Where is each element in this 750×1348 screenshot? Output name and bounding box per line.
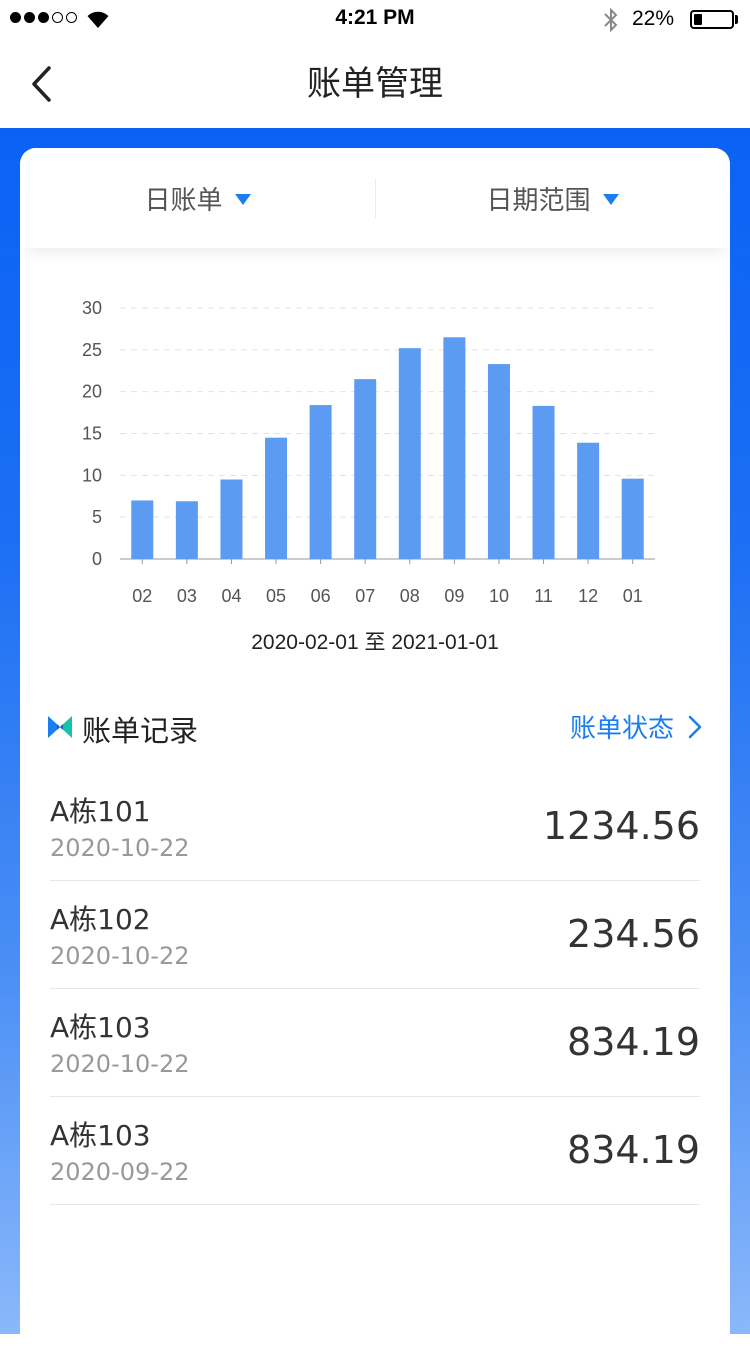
record-date: 2020-10-22 [50,834,190,862]
x-tick-label: 05 [266,586,286,606]
x-tick-label: 08 [400,586,420,606]
record-amount: 1234.56 [542,804,700,848]
record-amount: 234.56 [567,912,700,956]
record-row[interactable]: A栋102 2020-10-22 234.56 [50,882,700,989]
x-tick-label: 12 [578,586,598,606]
record-row[interactable]: A栋101 2020-10-22 1234.56 [50,774,700,881]
record-name: A栋101 [50,795,151,828]
record-row[interactable]: A栋103 2020-10-22 834.19 [50,990,700,1097]
record-date: 2020-10-22 [50,1050,190,1078]
chart-bar [354,379,377,559]
record-date: 2020-09-22 [50,1158,190,1186]
chevron-right-icon [688,715,702,738]
chart-bar [309,405,332,559]
bill-status-label: 账单状态 [569,714,674,744]
chart-bar [398,348,421,559]
filter-date-range-label: 日期范围 [486,185,591,216]
triangle-down-icon [602,193,619,205]
x-tick-label: 01 [623,586,643,606]
battery-icon [690,10,734,29]
x-tick-label: 10 [489,586,509,606]
records-title: 账单记录 [82,714,199,748]
nav-bar: 账单管理 [0,40,750,128]
filter-bill-type-label: 日账单 [144,185,223,216]
chart-bar [175,501,198,559]
y-tick-label: 0 [92,549,102,569]
content-card: 日账单 日期范围 0 5 10 15 20 25 30 02 03 04 05 06 07 08 09 10 1… [20,148,730,1348]
bluetooth-icon [604,7,618,33]
chart-bar [131,500,154,559]
filter-bar: 日账单 日期范围 [20,148,730,248]
chart-bar [577,442,600,559]
record-list: A栋101 2020-10-22 1234.56 A栋102 2020-10-2… [50,774,700,1206]
page-title: 账单管理 [307,64,443,104]
record-name: A栋103 [50,1011,151,1044]
chart-bar [265,437,288,559]
chart-bar [443,337,466,559]
record-name: A栋102 [50,903,151,936]
y-tick-label: 15 [82,424,102,444]
record-row[interactable]: A栋103 2020-09-22 834.19 [50,1098,700,1205]
y-tick-label: 20 [82,382,102,402]
x-tick-label: 06 [311,586,331,606]
bill-bar-chart: 05101520253002 03 04 05 06 07 08 09 10 11 12 01 [82,298,655,606]
chart-date-range: 2020-02-01 至 2021-01-01 [251,631,499,654]
y-tick-label: 25 [82,340,102,360]
filter-date-range[interactable]: 日期范围 [375,148,730,248]
bill-records-icon [48,716,72,738]
x-tick-label: 03 [177,586,197,606]
triangle-down-icon [234,193,251,205]
chart-bar [532,405,555,559]
battery-percent: 22% [632,7,675,30]
x-tick-label: 04 [221,586,241,606]
record-date: 2020-10-22 [50,942,190,970]
record-amount: 834.19 [567,1128,700,1172]
x-tick-label: 11 [534,586,553,606]
y-tick-label: 5 [92,507,102,527]
bill-status-link[interactable]: 账单状态 [570,708,702,745]
chart-bar [220,479,243,559]
y-tick-label: 10 [82,465,102,485]
battery-tip [735,15,738,24]
x-tick-label: 02 [132,586,152,606]
record-name: A栋103 [50,1119,151,1152]
x-tick-label: 07 [355,586,375,606]
record-amount: 834.19 [567,1020,700,1064]
y-tick-label: 30 [82,298,102,318]
x-tick-label: 09 [444,586,464,606]
filter-bill-type[interactable]: 日账单 [20,148,375,248]
records-header: 账单记录 账单状态 [48,706,702,750]
filter-divider [375,178,376,218]
chart-bar [487,364,510,559]
status-bar: 4:21 PM 22% [0,0,750,40]
battery-level [694,14,702,25]
chart-bar [621,478,644,559]
